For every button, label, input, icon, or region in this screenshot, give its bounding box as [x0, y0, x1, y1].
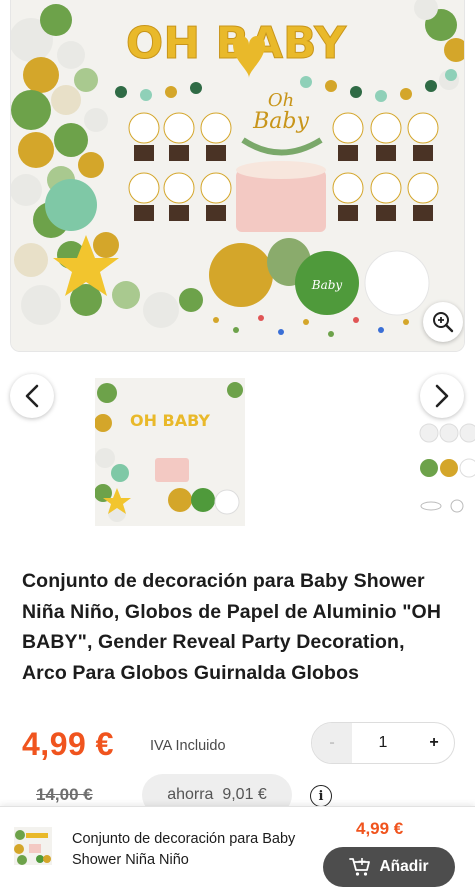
- gallery-thumbnail[interactable]: OH BABY: [95, 378, 245, 526]
- quantity-decrease-button[interactable]: -: [312, 723, 352, 763]
- original-price: 14,00 €: [36, 785, 93, 804]
- current-price: 4,99 €: [22, 726, 114, 762]
- add-to-cart-label: Añadir: [379, 858, 429, 875]
- chevron-left-icon: [25, 384, 39, 408]
- zoom-button[interactable]: [423, 302, 463, 342]
- zoom-in-icon: [433, 312, 454, 333]
- sticky-product-title: Conjunto de decoración para Baby Shower …: [72, 831, 296, 868]
- quantity-value[interactable]: 1: [379, 734, 388, 752]
- thumbnail-image: [14, 827, 52, 865]
- chevron-right-icon: [435, 384, 449, 408]
- vat-label: IVA Incluido: [150, 738, 226, 754]
- info-icon[interactable]: i: [310, 785, 332, 807]
- quantity-increase-button[interactable]: +: [414, 723, 454, 763]
- gallery-next-button[interactable]: [420, 374, 464, 418]
- quantity-stepper: - 1 +: [311, 722, 455, 764]
- cake-topper-line1: Oh: [268, 90, 294, 111]
- cake-topper-line2: Baby: [252, 109, 309, 134]
- balloon-text: Baby: [311, 278, 343, 292]
- sticky-add-to-cart-bar: Conjunto de decoración para Baby Shower …: [0, 806, 475, 893]
- product-title: Conjunto de decoración para Baby Shower …: [22, 570, 442, 684]
- sticky-price: 4,99 €: [356, 819, 404, 838]
- cart-add-icon: [349, 858, 371, 876]
- thumbnail-banner-text: OH BABY: [130, 411, 210, 430]
- product-photo: OH BABY Oh Baby Baby: [11, 0, 464, 351]
- add-to-cart-button[interactable]: Añadir: [323, 847, 455, 887]
- main-product-image[interactable]: OH BABY Oh Baby Baby: [10, 0, 465, 352]
- thumbnail-image: OH BABY: [95, 378, 245, 526]
- sticky-product-thumbnail: [14, 827, 52, 865]
- savings-text: ahorra 9,01 €: [167, 786, 267, 803]
- gallery-prev-button[interactable]: [10, 374, 54, 418]
- product-page: OH BABY Oh Baby Baby OH BABY Conjunto de…: [0, 0, 475, 893]
